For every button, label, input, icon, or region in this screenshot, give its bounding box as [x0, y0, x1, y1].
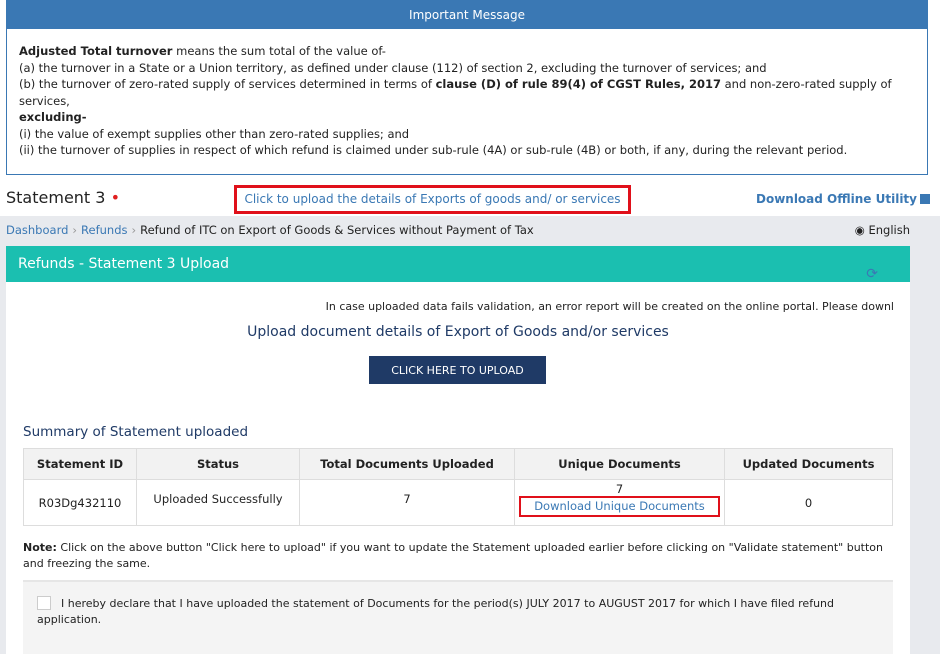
- breadcrumb-refunds[interactable]: Refunds: [81, 223, 127, 237]
- required-marker: •: [110, 188, 120, 207]
- panel-title: Refunds - Statement 3 Upload: [18, 256, 230, 272]
- label: Statement 3: [6, 188, 106, 207]
- upload-title: Upload document details of Export of Goo…: [247, 324, 669, 340]
- important-message: Important Message Adjusted Total turnove…: [6, 0, 928, 175]
- statement-id: R03Dg432110: [23, 479, 137, 526]
- total-docs: 7: [299, 479, 515, 526]
- language-selector[interactable]: ◉ English: [855, 223, 910, 237]
- breadcrumb: Dashboard › Refunds › Refund of ITC on Expor…: [6, 223, 534, 237]
- globe-icon: ◉: [854, 223, 865, 237]
- text: (b) the turnover of zero-rated supply of…: [19, 77, 436, 91]
- text: to: [580, 597, 599, 610]
- refresh-icon[interactable]: ⟳: [866, 256, 878, 292]
- label: Download Offline Utility: [755, 192, 917, 206]
- breadcrumb-current: Refund of ITC on Export of Goods & Servi…: [140, 223, 534, 237]
- download-offline-utility-link[interactable]: Download Offline Utility: [756, 192, 930, 206]
- declaration: I hereby declare that I have uploaded th…: [23, 580, 893, 654]
- text: (i) the value of exempt supplies other t…: [19, 126, 410, 141]
- status: Uploaded Successfully: [136, 479, 300, 526]
- updated-docs: 0: [724, 479, 893, 526]
- info-text: In case uploaded data fails validation, …: [325, 300, 894, 313]
- unique-cell: 7 Download Unique Documents: [514, 479, 725, 526]
- text: means the sum total of the value of-: [172, 44, 386, 58]
- panel-header: Refunds - Statement 3 Upload ⟳: [6, 246, 910, 282]
- text: I hereby declare that I have uploaded th…: [61, 597, 527, 610]
- table-row: R03Dg432110 Uploaded Successfully 7 7 Dow…: [23, 479, 893, 526]
- text: excluding-: [19, 110, 87, 124]
- summary-title: Summary of Statement uploaded: [23, 424, 249, 440]
- label: English: [868, 223, 910, 237]
- col-total: Total Documents Uploaded: [299, 448, 515, 480]
- text: clause (D) of rule 89(4) of CGST Rules, …: [435, 77, 721, 91]
- text: (a) the turnover in a State or a Union t…: [19, 60, 767, 75]
- breadcrumb-dashboard[interactable]: Dashboard: [6, 223, 68, 237]
- text: (ii) the turnover of supplies in respect…: [19, 143, 848, 157]
- click-here-to-upload-button[interactable]: CLICK HERE TO UPLOAD: [369, 356, 546, 384]
- statement-label: Statement 3 •: [6, 188, 120, 207]
- external-link-icon: [920, 194, 930, 204]
- summary-table: Statement ID Status Total Documents Uplo…: [23, 448, 893, 526]
- term: Adjusted Total turnover: [19, 44, 173, 58]
- declaration-checkbox[interactable]: [37, 596, 51, 610]
- col-statement-id: Statement ID: [23, 448, 137, 480]
- note: Note: Click on the above button "Click h…: [23, 540, 898, 572]
- message-title: Important Message: [7, 1, 927, 29]
- col-status: Status: [136, 448, 300, 480]
- col-unique: Unique Documents: [514, 448, 725, 480]
- download-unique-documents-link[interactable]: Download Unique Documents: [519, 496, 720, 517]
- unique-docs: 7: [615, 482, 624, 496]
- period-to: AUGUST 2017: [598, 597, 677, 610]
- period-from: JULY 2017: [526, 597, 581, 610]
- col-updated: Updated Documents: [724, 448, 893, 480]
- upload-panel: Refunds - Statement 3 Upload ⟳ In case up…: [6, 246, 910, 654]
- note-text: Click on the above button "Click here to…: [23, 541, 884, 570]
- note-label: Note:: [23, 541, 57, 554]
- upload-exports-link[interactable]: Click to upload the details of Exports o…: [234, 185, 631, 214]
- message-body: Adjusted Total turnover means the sum to…: [7, 29, 927, 173]
